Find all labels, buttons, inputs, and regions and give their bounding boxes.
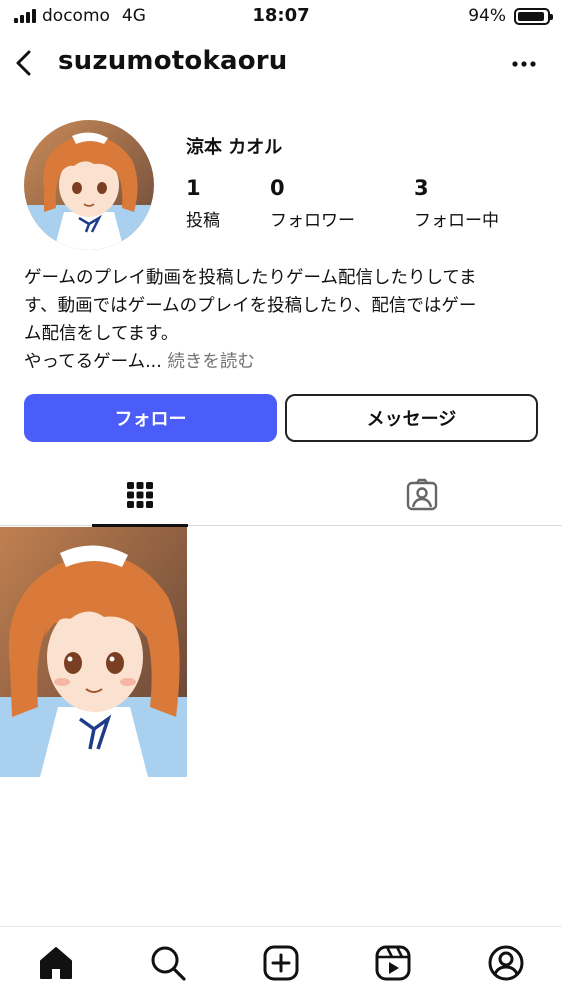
search-icon (151, 946, 186, 981)
page-title-username: suzumotokaoru (58, 46, 288, 76)
more-options-button[interactable] (508, 50, 540, 78)
profile-avatar[interactable] (24, 120, 154, 250)
tagged-person-icon (406, 478, 438, 511)
home-icon (40, 947, 72, 979)
back-button[interactable] (8, 46, 42, 80)
status-bar: docomo 4G 18:07 94% (0, 0, 562, 32)
chevron-left-icon (16, 50, 31, 76)
stat-posts-count: 1 (186, 176, 201, 200)
more-horizontal-icon (512, 61, 536, 67)
bio-line: ム配信をしてます。 (24, 324, 179, 344)
profile-header: suzumotokaoru (0, 40, 562, 90)
profile-bio: ゲームのプレイ動画を投稿したりゲーム配信したりしてま す、動画ではゲームのプレイ… (24, 264, 544, 376)
stat-posts-label: 投稿 (186, 211, 220, 231)
nav-reels[interactable] (371, 941, 415, 985)
bio-line-text: やってるゲーム... (24, 352, 162, 372)
stat-following[interactable]: 3 フォロー中 (414, 176, 499, 231)
stat-posts[interactable]: 1 投稿 (186, 176, 220, 231)
stat-following-count: 3 (414, 176, 429, 200)
bio-line: す、動画ではゲームのプレイを投稿したり、配信ではゲー (24, 296, 477, 316)
profile-icon (488, 945, 524, 981)
anime-maid-girl-image (0, 527, 187, 777)
grid-icon (127, 482, 153, 508)
battery-cap (550, 13, 553, 20)
bottom-navigation (0, 926, 562, 1000)
profile-tabs (0, 464, 562, 527)
stat-followers-label: フォロワー (270, 211, 355, 231)
message-button[interactable]: メッセージ (285, 394, 538, 442)
bio-line: ゲームのプレイ動画を投稿したりゲーム配信したりしてま (24, 268, 477, 288)
nav-home[interactable] (34, 941, 78, 985)
follow-button[interactable]: フォロー (24, 394, 277, 442)
battery-fill (518, 11, 545, 21)
stat-followers[interactable]: 0 フォロワー (270, 176, 355, 231)
stat-followers-count: 0 (270, 176, 285, 200)
nav-create[interactable] (259, 941, 303, 985)
tab-tagged[interactable] (374, 464, 470, 526)
display-name: 涼本 カオル (186, 137, 283, 158)
create-post-icon (263, 945, 299, 981)
nav-search[interactable] (146, 941, 190, 985)
nav-profile[interactable] (484, 941, 528, 985)
anime-girl-avatar-image (24, 120, 154, 250)
read-more-link[interactable]: 続きを読む (167, 352, 255, 372)
bio-line-truncated: やってるゲーム... 続きを読む (24, 348, 544, 376)
post-thumbnail[interactable] (0, 527, 187, 777)
battery-percent: 94% (468, 6, 506, 26)
stat-following-label: フォロー中 (414, 211, 499, 231)
status-right: 94% (468, 6, 553, 26)
tab-posts-grid[interactable] (92, 464, 188, 527)
reels-icon (375, 945, 411, 981)
battery-icon (514, 7, 553, 25)
